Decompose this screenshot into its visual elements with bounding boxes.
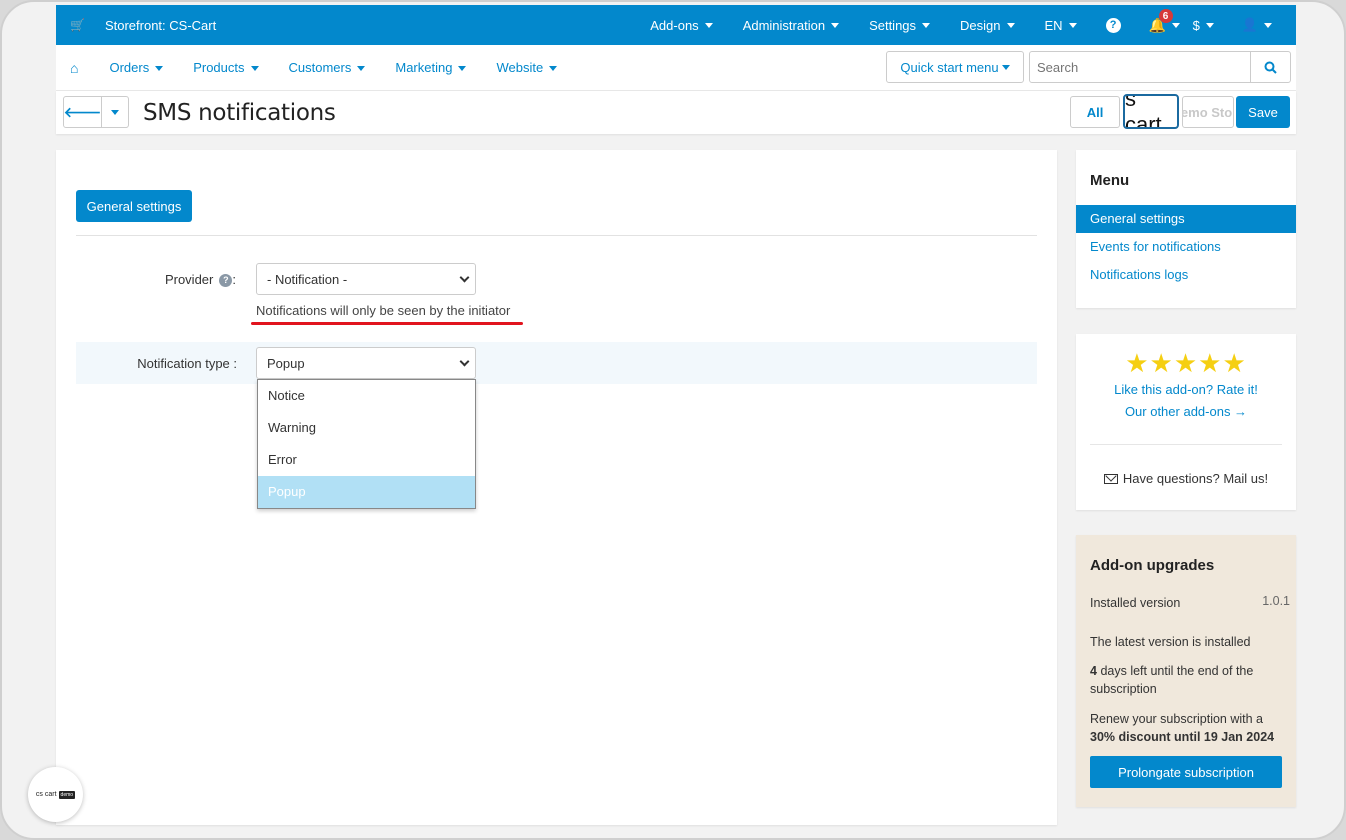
menu-settings[interactable]: Settings [854, 5, 945, 45]
addon-upgrades-box: Add-on upgrades Installed version 1.0.1 … [1076, 535, 1296, 807]
option-error[interactable]: Error [258, 444, 475, 476]
settings-panel: General settings Provider?: - Notificati… [56, 150, 1057, 825]
search-icon [1264, 61, 1277, 74]
quick-start-menu-button[interactable]: Quick start menu [886, 51, 1024, 83]
search-input[interactable] [1030, 52, 1250, 82]
chevron-down-icon [459, 272, 470, 283]
currency-selector[interactable]: $ [1179, 5, 1228, 45]
divider [1090, 444, 1282, 445]
user-menu[interactable]: 👤 [1228, 5, 1296, 45]
top-bar: 🛒 Storefront: CS-Cart Add-ons Administra… [56, 5, 1296, 45]
tab-divider [76, 235, 1037, 236]
caret-down-icon [458, 66, 467, 72]
latest-version-text: The latest version is installed [1090, 635, 1251, 649]
caret-down-icon [1068, 22, 1077, 28]
notification-type-select[interactable]: Popup [256, 347, 476, 379]
storefront-logo-button[interactable]: s cart [1123, 94, 1179, 129]
nav-website[interactable]: Website [481, 60, 572, 75]
caret-down-icon [549, 66, 558, 72]
notification-badge: 6 [1158, 9, 1173, 23]
arrow-left-icon: 🡐 [63, 103, 102, 120]
cart-icon: 🛒 [70, 18, 85, 32]
search-button[interactable] [1250, 52, 1290, 82]
nav-products[interactable]: Products [178, 60, 273, 75]
nav-customers[interactable]: Customers [274, 60, 381, 75]
caret-down-icon [704, 22, 713, 28]
option-notice[interactable]: Notice [258, 380, 475, 412]
back-history-dropdown[interactable] [102, 97, 128, 127]
installed-version-value: 1.0.1 [1262, 594, 1290, 608]
caret-down-icon [922, 22, 931, 28]
rating-stars[interactable]: ★★★★★ [1076, 348, 1296, 379]
sidebar-item-general-settings[interactable]: General settings [1076, 205, 1296, 233]
caret-down-icon [111, 109, 119, 115]
home-icon[interactable]: ⌂ [56, 60, 94, 76]
other-addons-link[interactable]: Our other add-ons → [1076, 404, 1296, 419]
caret-down-icon [155, 66, 164, 72]
caret-down-icon [357, 66, 366, 72]
menu-addons[interactable]: Add-ons [635, 5, 727, 45]
provider-label: Provider?: [164, 272, 236, 288]
caret-down-icon [1264, 22, 1272, 28]
all-storefronts-button[interactable]: All [1070, 96, 1120, 128]
cs-cart-floating-logo[interactable]: cs cart demo [28, 767, 83, 822]
provider-hint: Notifications will only be seen by the i… [256, 303, 511, 318]
page-title: SMS notifications [143, 100, 336, 126]
storefront-link[interactable]: 🛒 Storefront: CS-Cart [56, 18, 216, 33]
sidebar-item-events[interactable]: Events for notifications [1076, 233, 1296, 261]
storefront-label: Storefront: CS-Cart [104, 17, 217, 33]
nav-orders[interactable]: Orders [94, 60, 178, 75]
mail-us-link[interactable]: Have questions? Mail us! [1076, 471, 1296, 486]
notification-type-label: Notification type : [137, 356, 237, 371]
red-underline-annotation [251, 322, 523, 325]
star-icon: ★ [1173, 348, 1199, 378]
menu-administration[interactable]: Administration [728, 5, 854, 45]
upgrades-title: Add-on upgrades [1090, 557, 1215, 574]
help-icon: ? [1105, 17, 1121, 33]
search-box [1029, 51, 1291, 83]
caret-down-icon [1205, 22, 1214, 28]
tab-general-settings[interactable]: General settings [76, 190, 192, 222]
back-button-group: 🡐 [63, 96, 129, 128]
rate-addon-box: ★★★★★ Like this add-on? Rate it! Our oth… [1076, 334, 1296, 510]
save-button[interactable]: Save [1236, 96, 1290, 128]
installed-version-label: Installed version [1090, 596, 1181, 610]
notifications-button[interactable]: 🔔 6 [1135, 5, 1181, 45]
envelope-icon [1103, 473, 1118, 484]
caret-down-icon [1006, 22, 1015, 28]
help-button[interactable]: ? [1092, 5, 1135, 45]
app-frame: 🛒 Storefront: CS-Cart Add-ons Administra… [0, 0, 1346, 840]
secondary-nav: ⌂ Orders Products Customers Marketing We… [56, 45, 1296, 91]
option-popup[interactable]: Popup [258, 476, 475, 508]
sidebar-item-logs[interactable]: Notifications logs [1076, 261, 1296, 289]
caret-down-icon [831, 22, 840, 28]
star-icon: ★ [1125, 348, 1150, 378]
star-icon: ★ [1222, 348, 1247, 378]
chevron-down-icon [459, 356, 470, 367]
provider-select[interactable]: - Notification - [256, 263, 476, 295]
back-button[interactable]: 🡐 [64, 97, 102, 127]
caret-down-icon [1001, 64, 1010, 70]
title-bar: 🡐 SMS notifications All s cart Demo Stor… [56, 91, 1296, 134]
menu-design[interactable]: Design [945, 5, 1029, 45]
sidebar-menu: Menu General settings Events for notific… [1076, 150, 1296, 308]
notification-type-dropdown: Notice Warning Error Popup [257, 379, 476, 509]
star-icon: ★ [1149, 348, 1174, 378]
option-warning[interactable]: Warning [258, 412, 475, 444]
days-left-text: 4 days left until the end of the subscri… [1090, 664, 1254, 696]
user-icon: 👤 [1241, 17, 1258, 32]
caret-down-icon [250, 66, 259, 72]
prolongate-subscription-button[interactable]: Prolongate subscription [1090, 756, 1282, 788]
star-icon: ★ [1198, 348, 1223, 378]
rate-it-link[interactable]: Like this add-on? Rate it! [1076, 382, 1296, 397]
renew-text: Renew your subscription with a 30% disco… [1090, 712, 1275, 744]
demo-store-button[interactable]: Demo Store [1182, 96, 1234, 128]
language-selector[interactable]: EN [1030, 5, 1092, 45]
menu-title: Menu [1090, 172, 1130, 189]
nav-marketing[interactable]: Marketing [380, 60, 481, 75]
question-icon[interactable]: ? [219, 274, 233, 288]
